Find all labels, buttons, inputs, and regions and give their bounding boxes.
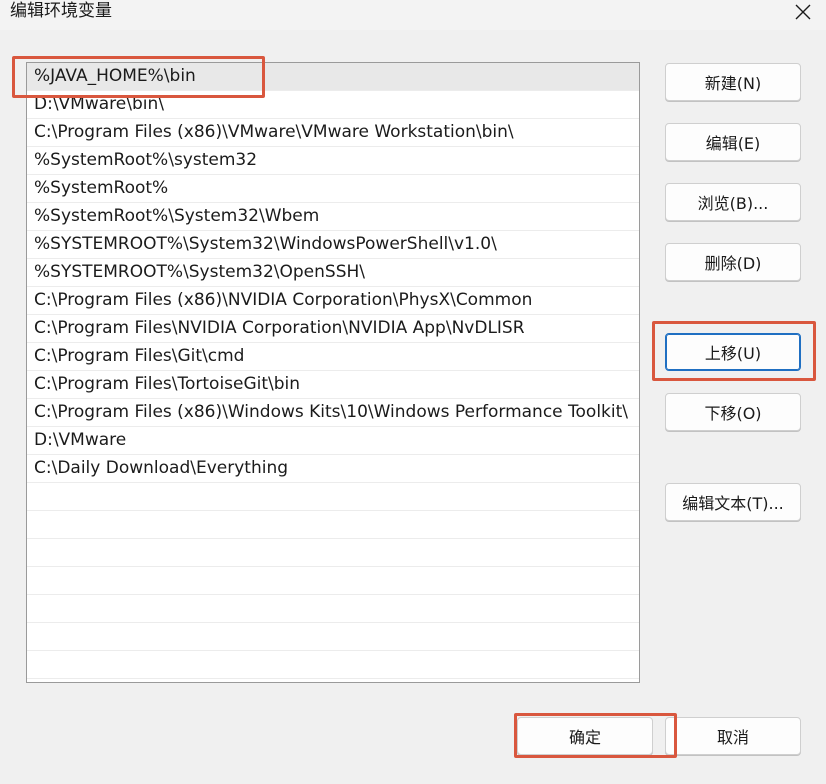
empty-list-row[interactable] bbox=[27, 651, 639, 679]
empty-list-row[interactable] bbox=[27, 567, 639, 595]
move-up-button[interactable]: 上移(U) bbox=[665, 333, 801, 371]
list-item[interactable]: D:\VMware bbox=[27, 427, 639, 455]
dialog-title: 编辑环境变量 bbox=[10, 1, 112, 21]
ok-button[interactable]: 确定 bbox=[517, 717, 653, 755]
list-item[interactable]: C:\Program Files\NVIDIA Corporation\NVID… bbox=[27, 315, 639, 343]
empty-list-row[interactable] bbox=[27, 595, 639, 623]
close-button[interactable] bbox=[780, 0, 826, 24]
list-item[interactable]: C:\Daily Download\Everything bbox=[27, 455, 639, 483]
path-list[interactable]: %JAVA_HOME%\bin D:\VMware\bin\ C:\Program … bbox=[26, 62, 640, 683]
browse-button[interactable]: 浏览(B)... bbox=[665, 183, 801, 221]
list-item[interactable]: C:\Program Files (x86)\Windows Kits\10\W… bbox=[27, 399, 639, 427]
title-bar: 编辑环境变量 bbox=[0, 0, 826, 30]
edit-button[interactable]: 编辑(E) bbox=[665, 123, 801, 161]
list-item[interactable]: C:\Program Files\TortoiseGit\bin bbox=[27, 371, 639, 399]
list-item[interactable]: %SystemRoot% bbox=[27, 175, 639, 203]
edit-text-button[interactable]: 编辑文本(T)... bbox=[665, 483, 801, 521]
list-item[interactable]: %SystemRoot%\system32 bbox=[27, 147, 639, 175]
list-item[interactable]: C:\Program Files\Git\cmd bbox=[27, 343, 639, 371]
delete-button[interactable]: 删除(D) bbox=[665, 243, 801, 281]
list-item[interactable]: %SYSTEMROOT%\System32\WindowsPowerShell\… bbox=[27, 231, 639, 259]
cancel-button[interactable]: 取消 bbox=[665, 717, 801, 755]
list-item[interactable]: C:\Program Files (x86)\VMware\VMware Wor… bbox=[27, 119, 639, 147]
close-icon bbox=[795, 4, 811, 20]
empty-list-row[interactable] bbox=[27, 511, 639, 539]
list-item[interactable]: C:\Program Files (x86)\NVIDIA Corporatio… bbox=[27, 287, 639, 315]
list-item[interactable]: %JAVA_HOME%\bin bbox=[27, 63, 639, 91]
list-item[interactable]: %SYSTEMROOT%\System32\OpenSSH\ bbox=[27, 259, 639, 287]
list-item[interactable]: D:\VMware\bin\ bbox=[27, 91, 639, 119]
list-item[interactable]: %SystemRoot%\System32\Wbem bbox=[27, 203, 639, 231]
empty-list-row[interactable] bbox=[27, 539, 639, 567]
empty-list-row[interactable] bbox=[27, 483, 639, 511]
new-button[interactable]: 新建(N) bbox=[665, 63, 801, 101]
move-down-button[interactable]: 下移(O) bbox=[665, 393, 801, 431]
empty-list-row[interactable] bbox=[27, 623, 639, 651]
